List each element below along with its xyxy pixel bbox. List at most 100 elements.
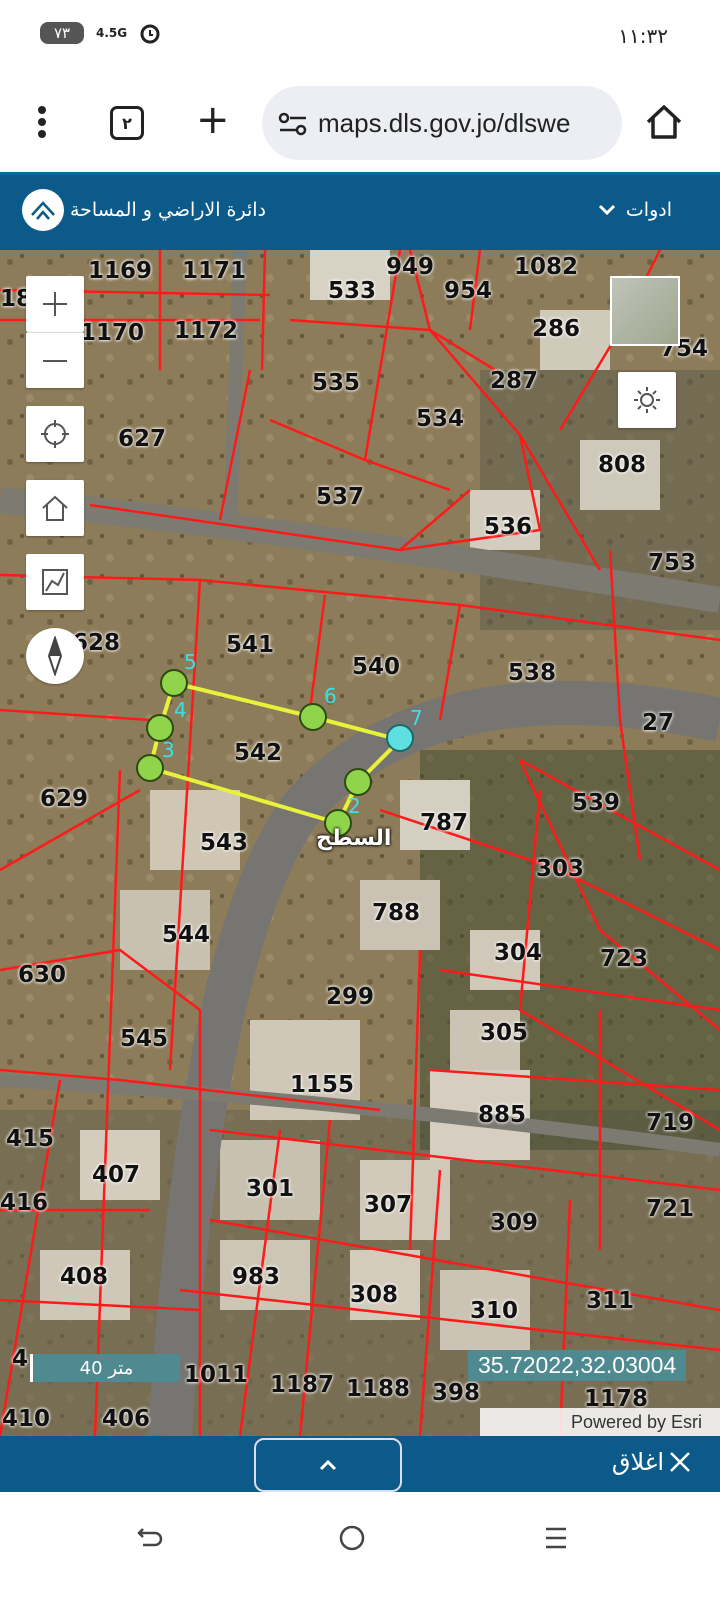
measure-vertex[interactable] <box>136 754 164 782</box>
locate-button[interactable] <box>26 406 84 462</box>
parcel-label: 534 <box>416 406 465 432</box>
chevron-up-icon <box>319 1459 337 1471</box>
map-scale-bar: 40 متر <box>30 1354 180 1382</box>
crosshair-icon <box>41 420 69 448</box>
url-text[interactable]: maps.dls.gov.jo/dlswe <box>318 108 614 139</box>
system-nav-bar <box>0 1492 720 1600</box>
zoom-in-button[interactable] <box>26 276 84 332</box>
parcel-label: 630 <box>18 962 67 988</box>
parcel-label: 1011 <box>184 1362 249 1388</box>
close-panel-button[interactable]: اغلاق <box>612 1448 692 1476</box>
parcel-label: 1187 <box>270 1372 335 1398</box>
vertex-label: 4 <box>174 698 187 722</box>
parcel-label: 406 <box>102 1406 151 1432</box>
parcel-label: 1155 <box>290 1072 355 1098</box>
tools-menu-label: ادوات <box>625 199 672 221</box>
parcel-label: 407 <box>92 1162 141 1188</box>
site-settings-icon[interactable] <box>278 110 308 138</box>
tabs-button[interactable]: ٢ <box>110 106 144 140</box>
bottom-panel: اغلاق <box>0 1436 720 1492</box>
parcel-label: 629 <box>40 786 89 812</box>
measure-vertex[interactable] <box>299 703 327 731</box>
parcel-label: 27 <box>642 710 675 736</box>
map-view[interactable]: 1169 1171 949 1082 533 954 1170 1172 286… <box>0 250 720 1436</box>
parcel-label: 1172 <box>174 318 239 344</box>
parcel-label: 1082 <box>514 254 579 280</box>
parcel-label: 309 <box>490 1210 539 1236</box>
recents-icon <box>546 1527 566 1549</box>
url-bar[interactable]: maps.dls.gov.jo/dlswe <box>262 86 622 160</box>
parcel-label: 1169 <box>88 258 153 284</box>
parcel-label: 416 <box>0 1190 49 1216</box>
parcel-label: 540 <box>352 654 401 680</box>
close-icon <box>670 1452 690 1472</box>
app-header: دائرة الاراضي و المساحة ادوات <box>0 172 720 250</box>
measure-vertex[interactable] <box>344 768 372 796</box>
parcel-label: 286 <box>532 316 581 342</box>
plus-icon <box>43 292 67 316</box>
vertex-label: 5 <box>184 650 197 674</box>
parcel-label: 299 <box>326 984 375 1010</box>
home-icon <box>42 495 68 521</box>
parcel-label: 1188 <box>346 1376 411 1402</box>
parcel-label: 533 <box>328 278 377 304</box>
zoom-out-button[interactable] <box>26 332 84 388</box>
overview-map[interactable] <box>610 276 680 346</box>
parcel-label: 753 <box>648 550 697 576</box>
parcel-label: 542 <box>234 740 283 766</box>
home-icon[interactable] <box>644 102 684 142</box>
vertex-label: 3 <box>162 738 175 762</box>
back-icon <box>137 1528 163 1547</box>
back-button[interactable] <box>128 1516 172 1560</box>
parcel-label: 305 <box>480 1020 529 1046</box>
basemap-toggle-button[interactable] <box>618 372 676 428</box>
measure-area-label: السطح <box>316 826 392 851</box>
parcel-label: 723 <box>600 946 649 972</box>
chevron-down-icon <box>598 204 615 216</box>
battery-indicator: ٧٣ <box>40 22 84 44</box>
close-label: اغلاق <box>611 1448 664 1476</box>
parcel-label: 1170 <box>80 320 145 346</box>
parcel-label: 721 <box>646 1196 695 1222</box>
parcel-label: 304 <box>494 940 543 966</box>
more-menu-icon[interactable] <box>26 102 58 142</box>
vertex-label: 7 <box>410 706 423 730</box>
status-bar: ٧٣ 4.5G ١١:٣٢ <box>0 0 720 72</box>
tools-menu[interactable]: ادوات <box>598 199 672 221</box>
parcel-label: 719 <box>646 1110 695 1136</box>
app-title: دائرة الاراضي و المساحة <box>70 199 267 221</box>
parcel-label: 536 <box>484 514 533 540</box>
parcel-label: 537 <box>316 484 365 510</box>
parcel-label: 415 <box>6 1126 55 1152</box>
home-nav-button[interactable] <box>330 1516 374 1560</box>
esri-attribution: Powered by Esri <box>480 1408 720 1436</box>
expand-panel-button[interactable] <box>254 1438 402 1492</box>
browser-toolbar: ٢ + maps.dls.gov.jo/dlswe <box>0 80 720 170</box>
parcel-label: 543 <box>200 830 249 856</box>
parcel-label: 949 <box>386 254 435 280</box>
map-edit-icon <box>42 569 68 595</box>
sun-icon <box>634 387 660 413</box>
parcel-label: 788 <box>372 900 421 926</box>
home-extent-button[interactable] <box>26 480 84 536</box>
parcel-label: 4 <box>12 1346 29 1372</box>
parcel-label: 983 <box>232 1264 281 1290</box>
parcel-label: 398 <box>432 1380 481 1406</box>
parcel-label: 301 <box>246 1176 295 1202</box>
parcel-label: 410 <box>2 1406 51 1432</box>
status-time: ١١:٣٢ <box>618 24 668 48</box>
parcel-label: 307 <box>364 1192 413 1218</box>
recents-button[interactable] <box>534 1516 578 1560</box>
vertex-label: 6 <box>324 684 337 708</box>
new-tab-icon[interactable]: + <box>196 100 230 140</box>
cursor-coordinates: 35.72022,32.03004 <box>468 1350 687 1381</box>
dls-logo <box>22 189 64 231</box>
parcel-label: 627 <box>118 426 167 452</box>
parcel-label: 787 <box>420 810 469 836</box>
parcel-label: 808 <box>598 452 647 478</box>
compass-button[interactable] <box>26 628 84 684</box>
parcel-label: 544 <box>162 922 211 948</box>
parcel-label: 308 <box>350 1282 399 1308</box>
circle-home-icon <box>339 1525 365 1551</box>
map-tool-button[interactable] <box>26 554 84 610</box>
